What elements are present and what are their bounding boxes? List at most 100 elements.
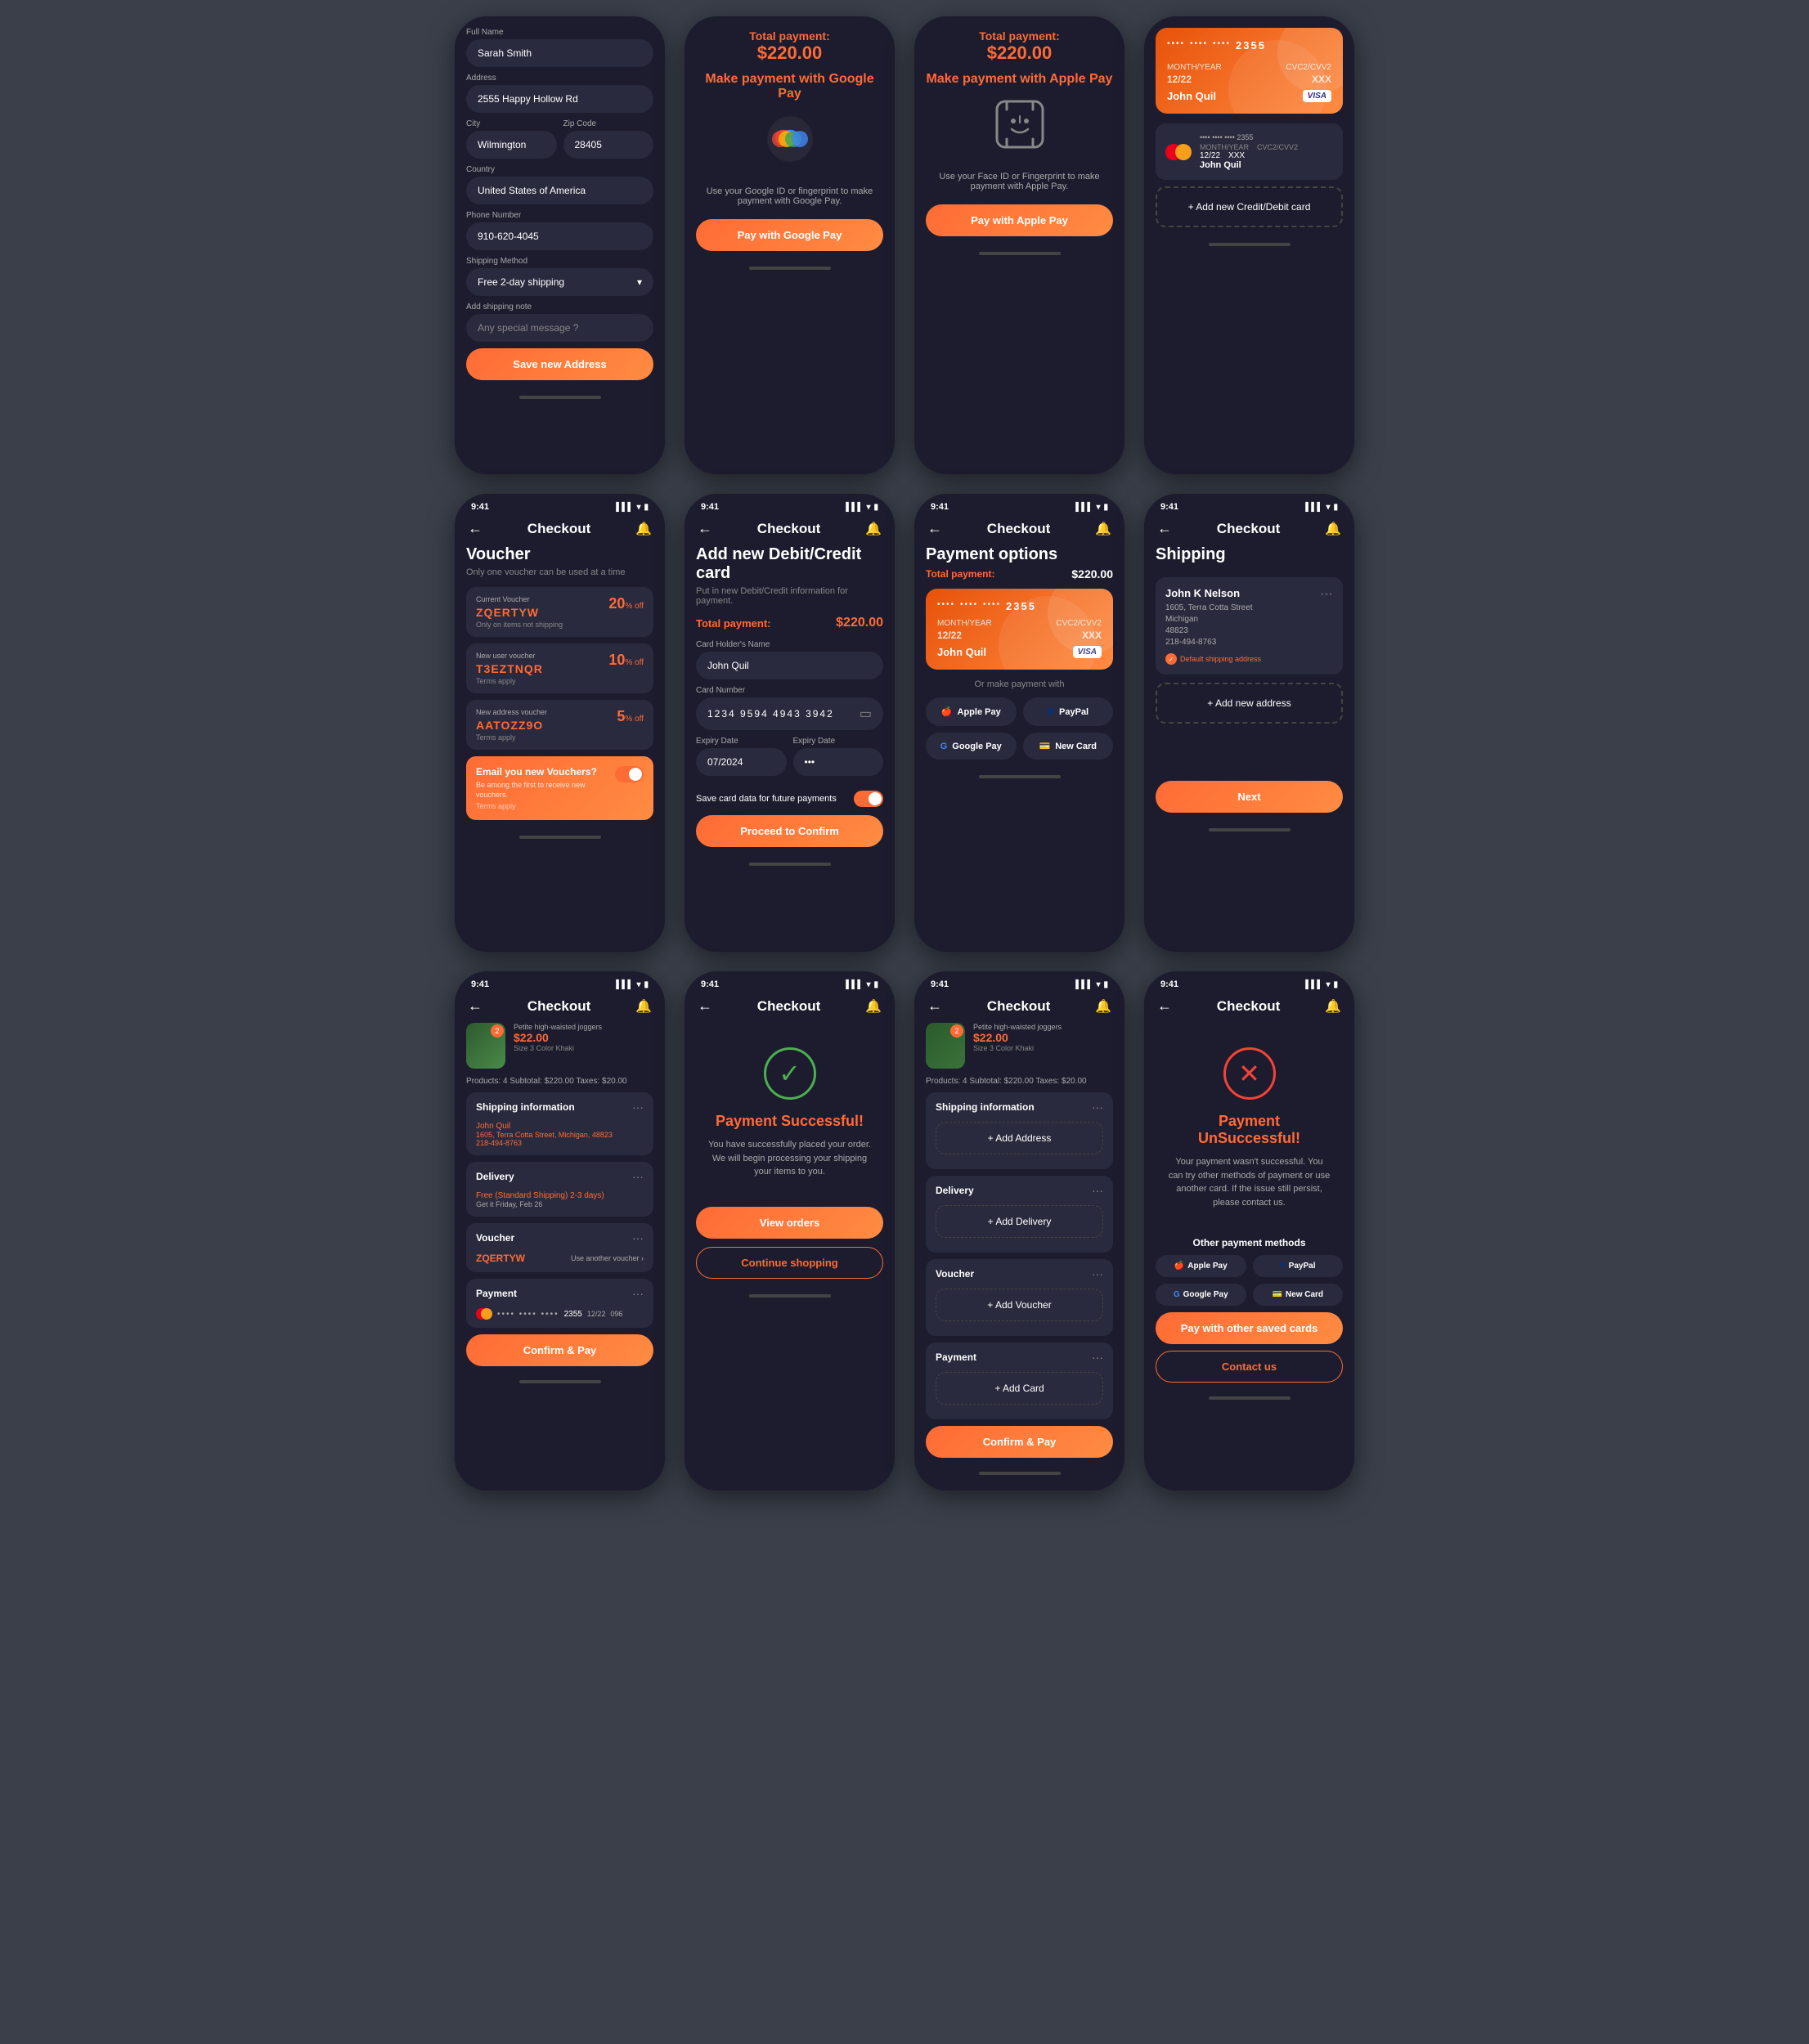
time: 9:41	[931, 502, 949, 512]
paypal-opt[interactable]: P PayPal	[1023, 697, 1114, 726]
card-number-input[interactable]: 1234 9594 4943 3942 ▭	[696, 697, 883, 730]
bell-icon[interactable]: 🔔	[865, 521, 882, 537]
payment-section: Payment ··· •••• •••• •••• 2355 12/22 09…	[466, 1279, 653, 1328]
phone-shipping-address: Full Name Sarah Smith Address 2555 Happy…	[455, 16, 665, 474]
fail-apple-pay[interactable]: 🍎 Apple Pay	[1156, 1255, 1246, 1277]
city-input[interactable]: Wilmington	[466, 131, 557, 159]
signal-icon: ▌▌▌	[1305, 980, 1322, 989]
continue-shopping-button[interactable]: Continue shopping	[696, 1247, 883, 1279]
fail-apple-icon: 🍎	[1174, 1262, 1184, 1271]
back-button[interactable]: ←	[1157, 997, 1172, 1015]
save-address-button[interactable]: Save new Address	[466, 348, 653, 380]
back-button[interactable]: ←	[468, 997, 483, 1015]
payment-mastercard-icon	[476, 1308, 492, 1320]
add-new-address-button[interactable]: + Add new address	[1156, 683, 1343, 724]
payment-edit-icon[interactable]: ···	[632, 1287, 644, 1300]
shipping-name: John K Nelson	[1165, 587, 1261, 599]
voucher-edit-icon[interactable]: ···	[632, 1231, 644, 1244]
expiry-date2-input[interactable]: •••	[793, 748, 884, 776]
apple-pay-opt[interactable]: 🍎 Apple Pay	[926, 697, 1017, 726]
add-voucher-button[interactable]: + Add Voucher	[936, 1289, 1103, 1321]
wifi-icon: ▾	[636, 980, 640, 989]
shipping-edit-empty[interactable]: ···	[1092, 1100, 1103, 1114]
status-bar-success: 9:41 ▌▌▌ ▾ ▮	[685, 971, 895, 993]
next-button[interactable]: Next	[1156, 781, 1343, 813]
voucher-section-title: Voucher	[466, 545, 653, 564]
ellipsis-icon[interactable]: ···	[1320, 587, 1333, 602]
shipping-note-input[interactable]: Any special message ?	[466, 314, 653, 342]
fail-paypal-icon: P	[1280, 1262, 1286, 1271]
saved-cards-button[interactable]: Pay with other saved cards	[1156, 1312, 1343, 1344]
full-name-input[interactable]: Sarah Smith	[466, 39, 653, 67]
visa-brand-badge: VISA	[1303, 90, 1331, 102]
status-bar-order: 9:41 ▌▌▌ ▾ ▮	[455, 971, 665, 993]
fail-paypal[interactable]: P PayPal	[1253, 1255, 1344, 1277]
google-icon: G	[940, 742, 948, 751]
bell-icon[interactable]: 🔔	[635, 998, 652, 1015]
add-card-title: Add new Debit/Credit card	[696, 545, 883, 583]
back-button[interactable]: ←	[927, 997, 942, 1015]
zip-input[interactable]: 28405	[563, 131, 654, 159]
fail-google-pay[interactable]: G Google Pay	[1156, 1284, 1246, 1306]
confirm-pay-button[interactable]: Confirm & Pay	[466, 1334, 653, 1366]
delivery-edit-empty[interactable]: ···	[1092, 1184, 1103, 1197]
view-orders-button[interactable]: View orders	[696, 1207, 883, 1239]
shipping-edit-icon[interactable]: ···	[632, 1100, 644, 1114]
new-card-opt[interactable]: 💳 New Card	[1023, 733, 1114, 760]
phone-input[interactable]: 910-620-4045	[466, 222, 653, 250]
google-pay-title: Make payment with Google Pay	[696, 72, 883, 101]
country-input[interactable]: United States of America	[466, 177, 653, 204]
add-address-button[interactable]: + Add Address	[936, 1122, 1103, 1154]
bell-icon[interactable]: 🔔	[1325, 998, 1341, 1015]
bell-icon[interactable]: 🔔	[865, 998, 882, 1015]
battery-icon: ▮	[1333, 503, 1338, 512]
back-button[interactable]: ←	[468, 520, 483, 537]
shipping-method-select[interactable]: Free 2-day shipping ▾	[466, 268, 653, 296]
payment-edit-empty[interactable]: ···	[1092, 1351, 1103, 1364]
delivery-edit-icon[interactable]: ···	[632, 1170, 644, 1183]
bell-icon[interactable]: 🔔	[1325, 521, 1341, 537]
payment-options-title: Payment options	[926, 545, 1113, 564]
shipping-info-section: Shipping information ··· John Quil 1605,…	[466, 1092, 653, 1155]
email-voucher-toggle[interactable]	[615, 766, 644, 782]
voucher-edit-empty[interactable]: ···	[1092, 1267, 1103, 1280]
back-button[interactable]: ←	[1157, 520, 1172, 537]
back-button[interactable]: ←	[698, 520, 712, 537]
time: 9:41	[701, 502, 719, 512]
order-totals: Products: 4 Subtotal: $220.00 Taxes: $20…	[466, 1077, 653, 1086]
back-button[interactable]: ←	[698, 997, 712, 1015]
save-card-toggle[interactable]	[854, 791, 883, 807]
proceed-button[interactable]: Proceed to Confirm	[696, 815, 883, 847]
contact-button[interactable]: Contact us	[1156, 1351, 1343, 1383]
google-pay-opt[interactable]: G Google Pay	[926, 733, 1017, 760]
add-new-card-button[interactable]: + Add new Credit/Debit card	[1156, 186, 1343, 227]
nav-header-empty: ← Checkout 🔔	[914, 993, 1124, 1023]
fail-payment-methods: 🍎 Apple Pay P PayPal G Google Pay 💳 New …	[1156, 1255, 1343, 1306]
city-group: City Wilmington	[466, 119, 557, 159]
confirm-pay-empty-button[interactable]: Confirm & Pay	[926, 1426, 1113, 1458]
add-delivery-button[interactable]: + Add Delivery	[936, 1205, 1103, 1238]
battery-icon: ▮	[644, 503, 649, 512]
shipping-info-empty: Shipping information ··· + Add Address	[926, 1092, 1113, 1169]
zip-group: Zip Code 28405	[563, 119, 654, 159]
add-card-button[interactable]: + Add Card	[936, 1372, 1103, 1405]
google-pay-button[interactable]: Pay with Google Pay	[696, 219, 883, 251]
voucher-change-link[interactable]: Use another voucher ›	[571, 1254, 644, 1262]
card-number-group: Card Number 1234 9594 4943 3942 ▭	[696, 686, 883, 730]
expiry-date-input[interactable]: 07/2024	[696, 748, 787, 776]
wifi-icon: ▾	[866, 503, 870, 512]
card-holder-input[interactable]: John Quil	[696, 652, 883, 679]
expiry-date-group: Expiry Date 07/2024	[696, 737, 787, 776]
address-input[interactable]: 2555 Happy Hollow Rd	[466, 85, 653, 113]
voucher-code-3: AATOZZ9O	[476, 719, 547, 732]
bell-icon[interactable]: 🔔	[1095, 998, 1111, 1015]
bell-icon[interactable]: 🔔	[635, 521, 652, 537]
mastercard-item[interactable]: •••• •••• •••• 2355 MONTH/YEAR CVC2/CVV2…	[1156, 123, 1343, 180]
nav-header-payment-options: ← Checkout 🔔	[914, 515, 1124, 545]
visa-expiry: 12/22	[1167, 74, 1192, 85]
apple-pay-button[interactable]: Pay with Apple Pay	[926, 204, 1113, 236]
phone-label: Phone Number	[466, 211, 653, 220]
back-button[interactable]: ←	[927, 520, 942, 537]
fail-new-card[interactable]: 💳 New Card	[1253, 1284, 1344, 1306]
bell-icon[interactable]: 🔔	[1095, 521, 1111, 537]
